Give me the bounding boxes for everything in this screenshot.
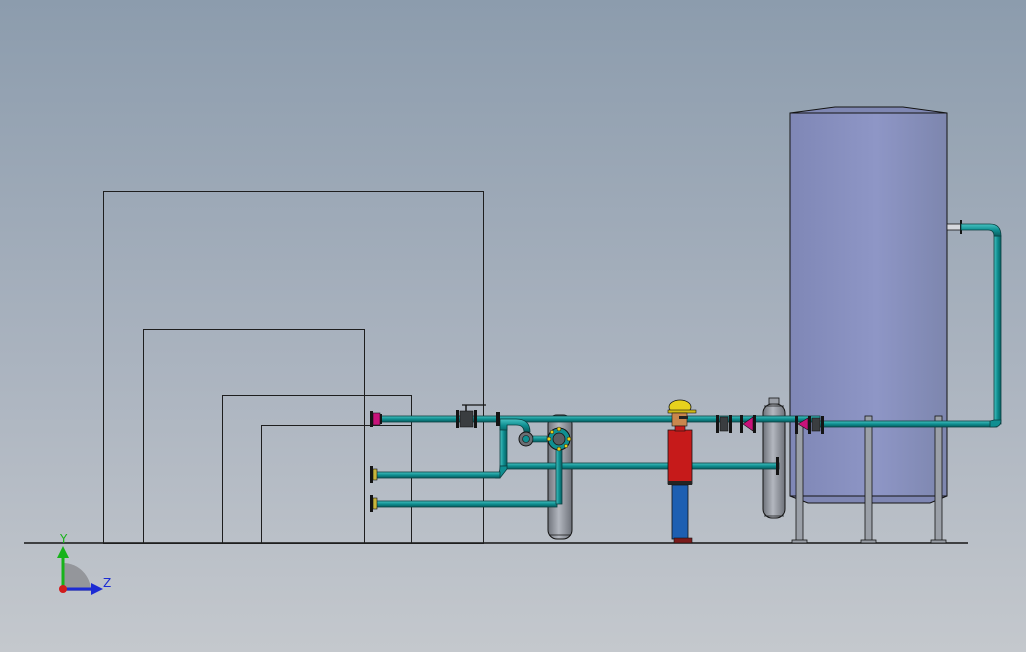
box-inner[interactable] xyxy=(261,425,412,544)
tank-leg-base-2 xyxy=(860,539,877,544)
tank-leg-3 xyxy=(934,415,943,544)
lower-line-end-flange[interactable] xyxy=(370,495,378,512)
y-axis-label: Y xyxy=(59,532,68,546)
tank-roof xyxy=(789,106,948,114)
y-axis-arrowhead xyxy=(57,546,69,558)
worker-shoe xyxy=(673,537,693,544)
enclosure-boxes[interactable] xyxy=(103,191,484,544)
middle-line[interactable] xyxy=(506,462,780,470)
worker-helmet-brim xyxy=(667,409,697,414)
riser-top-elbow[interactable] xyxy=(960,223,1002,237)
piping-model-scene[interactable]: Y Z xyxy=(0,0,1026,652)
vessel-top-cap xyxy=(768,397,780,405)
riser-bottom-elbow[interactable] xyxy=(989,419,1002,428)
worker-belt xyxy=(668,481,692,485)
z-axis-label: Z xyxy=(103,576,111,590)
check-valve[interactable] xyxy=(518,431,548,447)
header-drop-elbow[interactable] xyxy=(499,418,531,433)
box-outer[interactable] xyxy=(103,191,484,544)
lower-line[interactable] xyxy=(374,500,558,508)
worker-shirt xyxy=(667,429,693,485)
triad-arc xyxy=(63,563,91,591)
middle-line-end-flange[interactable] xyxy=(370,466,378,483)
tank-upper-nozzle[interactable] xyxy=(946,223,962,231)
tank-return-riser[interactable] xyxy=(993,235,1002,425)
box-second[interactable] xyxy=(143,329,365,544)
tank-leg-2 xyxy=(864,415,873,544)
worker-collar xyxy=(674,425,686,432)
middle-line-left[interactable] xyxy=(374,471,501,479)
upper-header-tank-section[interactable] xyxy=(819,420,998,428)
triad-origin xyxy=(59,585,67,593)
worker-glasses xyxy=(679,416,688,419)
z-axis-arrowhead xyxy=(91,583,103,595)
worker-pants xyxy=(671,484,689,540)
tank-leg-1 xyxy=(795,415,804,544)
tank-leg-base-3 xyxy=(930,539,947,544)
flange-valve-left[interactable] xyxy=(370,411,382,427)
tank-leg-base-1 xyxy=(791,539,808,544)
middle-line-vessel-flange[interactable] xyxy=(776,457,779,475)
cad-viewport[interactable]: Y Z xyxy=(0,0,1026,652)
worker-face xyxy=(671,412,688,427)
